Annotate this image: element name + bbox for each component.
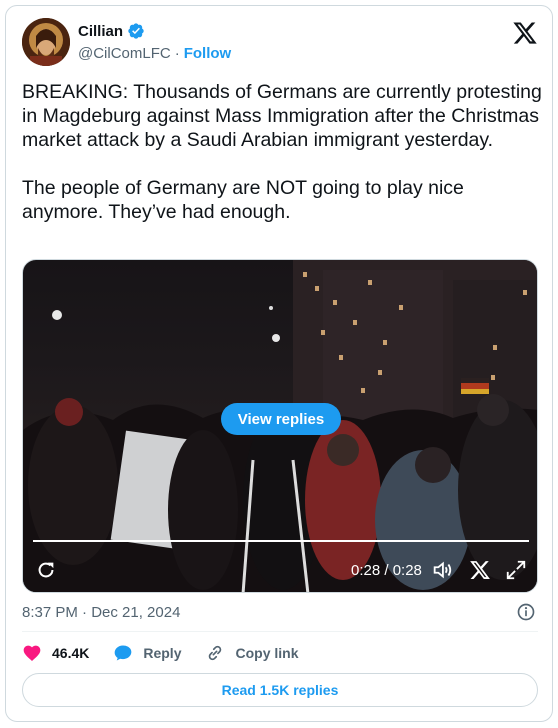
heart-icon	[23, 645, 41, 661]
like-button[interactable]: 46.4K	[22, 643, 89, 663]
video-progress-bar[interactable]	[33, 540, 529, 542]
fullscreen-icon[interactable]	[505, 559, 527, 581]
tweet-card: Cillian @CilComLFC · Follow BREAKING: Th…	[5, 5, 553, 722]
x-logo-watermark-icon[interactable]	[469, 559, 491, 581]
x-logo-icon[interactable]	[512, 20, 538, 46]
tweet-timestamp[interactable]: 8:37 PM · Dec 21, 2024	[22, 604, 180, 621]
reply-button[interactable]: Reply	[113, 643, 181, 663]
copy-link-label: Copy link	[235, 645, 299, 661]
video-time: 0:28 / 0:28	[351, 562, 422, 579]
tweet-text: BREAKING: Thousands of Germans are curre…	[22, 81, 542, 223]
link-icon	[209, 645, 222, 661]
read-replies-button[interactable]: Read 1.5K replies	[22, 673, 538, 707]
info-icon[interactable]	[516, 602, 536, 622]
name-row: Cillian	[78, 22, 145, 40]
copy-link-button[interactable]: Copy link	[205, 643, 299, 663]
verified-badge-icon	[128, 23, 144, 39]
video-player[interactable]: View replies 0:28 / 0:28	[22, 259, 538, 593]
author-name[interactable]: Cillian	[78, 23, 123, 40]
action-bar: 46.4K Reply Copy link	[22, 642, 323, 664]
author-handle[interactable]: @CilComLFC	[78, 45, 171, 62]
reply-label: Reply	[143, 645, 182, 661]
separator-dot: ·	[174, 45, 180, 62]
like-count: 46.4K	[52, 645, 90, 661]
view-replies-button[interactable]: View replies	[221, 403, 341, 435]
reply-bubble-icon	[115, 645, 132, 661]
handle-row: @CilComLFC · Follow	[78, 45, 231, 62]
divider	[22, 631, 538, 632]
volume-icon[interactable]	[431, 559, 453, 581]
follow-button[interactable]: Follow	[184, 45, 232, 62]
avatar[interactable]	[22, 18, 70, 66]
replay-icon[interactable]	[35, 559, 57, 581]
